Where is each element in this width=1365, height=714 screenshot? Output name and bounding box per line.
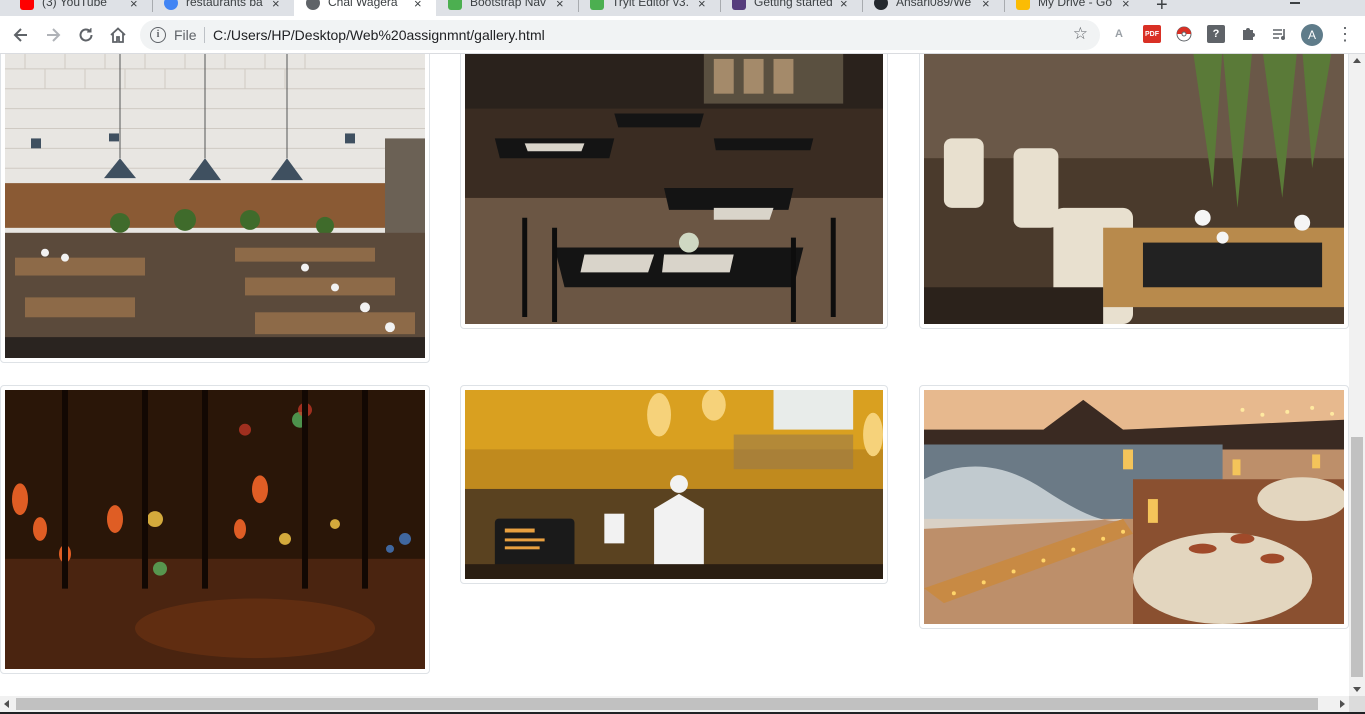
tab-close-icon[interactable]: × — [982, 0, 990, 11]
forward-button[interactable] — [42, 24, 64, 46]
gallery-card[interactable] — [460, 385, 888, 584]
tab-close-icon[interactable]: × — [414, 0, 422, 11]
tab-google-search[interactable]: restaurants ba — [164, 0, 274, 16]
gallery-card[interactable] — [0, 54, 430, 363]
github-icon — [874, 0, 888, 10]
tab-title: Tryit Editor v3. — [612, 0, 689, 9]
page-viewport — [0, 54, 1349, 696]
tab-title: My Drive - Go — [1038, 0, 1113, 9]
vertical-scrollbar[interactable] — [1349, 54, 1365, 696]
site-info-icon[interactable]: i — [150, 27, 166, 43]
acrobat-extension-icon[interactable]: A — [1110, 25, 1128, 43]
restaurant-open-kitchen — [465, 390, 883, 579]
tab-bootstrap-nav[interactable]: Bootstrap Nav — [448, 0, 568, 16]
w3schools-icon — [590, 0, 604, 10]
browser-menu-icon[interactable]: ⋮ — [1336, 24, 1354, 45]
scrollbar-corner — [1349, 696, 1365, 712]
profile-avatar[interactable]: A — [1301, 24, 1323, 46]
gallery-card[interactable] — [919, 385, 1349, 629]
tab-separator — [152, 0, 153, 12]
tab-title: restaurants ba — [186, 0, 263, 9]
restaurant-beach-dinner-sunset — [924, 390, 1344, 624]
scroll-right-arrow-icon[interactable] — [1340, 700, 1345, 708]
tab-title: Ansari089/We — [896, 0, 972, 9]
tab-close-icon[interactable]: × — [272, 0, 280, 11]
back-button[interactable] — [10, 24, 32, 46]
page-icon — [306, 0, 320, 10]
home-button[interactable] — [107, 24, 129, 46]
horizontal-scrollbar[interactable] — [0, 696, 1349, 712]
google-drive-icon — [1016, 0, 1030, 10]
address-divider — [204, 27, 205, 43]
puzzle-extensions-icon[interactable] — [1239, 25, 1257, 43]
tab-separator — [1004, 0, 1005, 12]
gallery-card[interactable] — [919, 54, 1349, 329]
tab-title: Getting started — [754, 0, 833, 9]
reload-icon — [79, 28, 93, 42]
pokeball-extension-icon[interactable] — [1175, 25, 1193, 43]
restaurant-blurred-night-lights — [5, 390, 425, 669]
restaurant-interior-white-chairs — [924, 54, 1344, 324]
url-text[interactable]: C:/Users/HP/Desktop/Web%20assignmnt/gall… — [213, 27, 545, 43]
forward-arrow-icon — [47, 28, 61, 42]
tab-separator — [862, 0, 863, 12]
tab-close-icon[interactable]: × — [556, 0, 564, 11]
tab-strip: (3) YouTube × restaurants ba × Chai Wage… — [0, 0, 1365, 16]
help-extension-icon[interactable]: ? — [1207, 25, 1225, 43]
vertical-scroll-thumb[interactable] — [1351, 437, 1363, 677]
tab-tryit-editor[interactable]: Tryit Editor v3. — [590, 0, 710, 16]
tab-getting-started[interactable]: Getting started — [732, 0, 852, 16]
minimize-icon[interactable] — [1290, 2, 1300, 4]
tab-separator — [720, 0, 721, 12]
restaurant-interior-pendant-lamps — [5, 54, 425, 358]
home-icon — [110, 27, 126, 43]
google-icon — [164, 0, 178, 10]
gallery-card[interactable] — [460, 54, 888, 329]
scroll-up-arrow-icon[interactable] — [1353, 58, 1361, 63]
address-bar[interactable]: i File C:/Users/HP/Desktop/Web%20assignm… — [140, 20, 1100, 50]
tab-close-icon[interactable]: × — [698, 0, 706, 11]
bootstrap-icon — [732, 0, 746, 10]
back-arrow-icon — [13, 28, 27, 42]
tab-title: Bootstrap Nav — [470, 0, 547, 9]
scheme-label: File — [174, 27, 197, 43]
tab-title: (3) YouTube — [42, 0, 107, 9]
new-tab-button[interactable]: + — [1156, 0, 1168, 16]
pdf-extension-icon[interactable]: PDF — [1143, 25, 1161, 43]
restaurant-interior-black-tables — [465, 54, 883, 324]
bookmark-star-icon[interactable]: ☆ — [1073, 24, 1088, 44]
tab-title: Chai Wagera — [328, 0, 398, 9]
tab-close-icon[interactable]: × — [1122, 0, 1130, 11]
reload-button[interactable] — [75, 24, 97, 46]
scroll-left-arrow-icon[interactable] — [4, 700, 9, 708]
horizontal-scroll-thumb[interactable] — [16, 698, 1318, 710]
browser-toolbar: i File C:/Users/HP/Desktop/Web%20assignm… — [0, 16, 1365, 54]
youtube-icon — [20, 0, 34, 10]
gallery-card[interactable] — [0, 385, 430, 674]
tab-separator — [578, 0, 579, 12]
media-control-icon[interactable] — [1270, 25, 1288, 43]
w3schools-icon — [448, 0, 462, 10]
tab-my-drive[interactable]: My Drive - Go — [1016, 0, 1126, 16]
tab-close-icon[interactable]: × — [840, 0, 848, 11]
tab-close-icon[interactable]: × — [130, 0, 138, 11]
scroll-down-arrow-icon[interactable] — [1353, 687, 1361, 692]
tab-github[interactable]: Ansari089/We — [874, 0, 986, 16]
